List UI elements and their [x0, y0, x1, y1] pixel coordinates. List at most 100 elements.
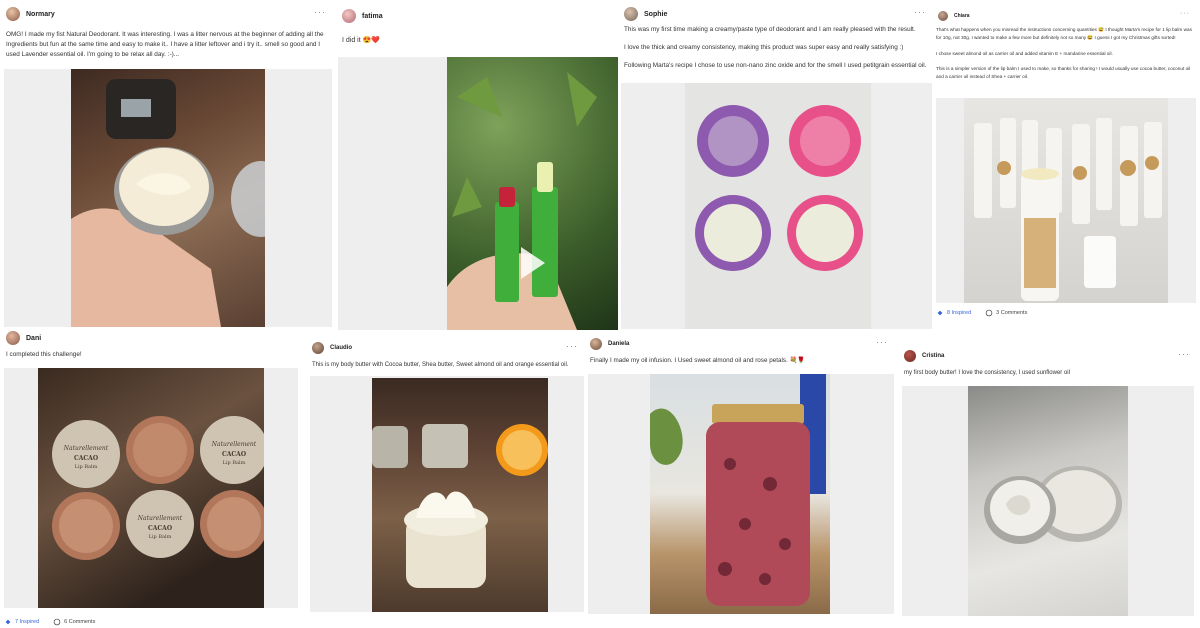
- more-options-icon[interactable]: ···: [914, 7, 926, 17]
- inspired-icon: [5, 619, 11, 625]
- avatar[interactable]: [590, 338, 602, 350]
- post-paragraph: I did it 😍❤️: [342, 37, 381, 44]
- post-header: Claudio ···: [312, 338, 582, 358]
- inspired-icon: [937, 310, 943, 316]
- comment-icon: [53, 618, 61, 626]
- post-card[interactable]: Chiara ··· That's what happens when you …: [932, 0, 1200, 330]
- post-paragraph: I completed this challenge!: [6, 351, 82, 358]
- tin-illustration: [984, 466, 1122, 544]
- post-card[interactable]: Sophie ··· This was my first time making…: [618, 0, 936, 330]
- jar-brand-text: Naturellement: [63, 445, 109, 452]
- comments-button[interactable]: 6 Comments: [53, 618, 95, 626]
- post-paragraph: This is a simpler version of the lip bal…: [936, 66, 1191, 80]
- avatar[interactable]: [342, 9, 356, 23]
- inspired-button[interactable]: 7 Inspired: [4, 618, 39, 626]
- community-feed: Normary ··· OMG! I made my fist Natural …: [0, 0, 1200, 628]
- deodorant-photo: [71, 69, 265, 327]
- post-paragraph: my first body butter! I love the consist…: [904, 370, 1070, 376]
- avatar[interactable]: [6, 331, 20, 345]
- jar-product-text: CACAO: [148, 525, 172, 532]
- post-text: I completed this challenge!: [6, 350, 298, 368]
- username[interactable]: Claudio: [330, 345, 352, 351]
- more-options-icon[interactable]: ···: [1178, 349, 1190, 359]
- post-text: Finally I made my oil infusion. I Used s…: [590, 356, 890, 374]
- post-paragraph: That's what happens when you misread the…: [936, 27, 1192, 40]
- avatar[interactable]: [312, 342, 324, 354]
- post-media[interactable]: Naturellement CACAO Lip Balm Naturelleme…: [4, 368, 298, 608]
- jar-type-text: Lip Balm: [75, 464, 98, 470]
- post-paragraph: OMG! I made my fist Natural Deodorant. I…: [6, 31, 324, 58]
- body-butter-tin-photo: [968, 386, 1128, 616]
- post-header: Dani: [6, 328, 300, 348]
- cacao-tins-illustration: Naturellement CACAO Lip Balm Naturelleme…: [52, 416, 264, 560]
- username[interactable]: Dani: [26, 335, 41, 342]
- comments-count: 6 Comments: [64, 619, 96, 625]
- post-text: That's what happens when you misread the…: [936, 26, 1192, 89]
- body-butter-photo: [372, 378, 548, 612]
- avatar[interactable]: [904, 350, 916, 362]
- comments-count: 3 Comments: [996, 310, 1028, 316]
- post-media[interactable]: [621, 83, 933, 329]
- post-card[interactable]: fatima I did it 😍❤️: [336, 0, 618, 330]
- deodorant-illustration: [71, 79, 265, 327]
- comment-icon: [985, 309, 993, 317]
- deodorant-jars-photo: [685, 83, 871, 329]
- post-media[interactable]: [936, 98, 1196, 303]
- jar-brand-text: Naturellement: [137, 515, 183, 522]
- post-media[interactable]: [310, 376, 586, 612]
- post-paragraph: This is my body butter with Cocoa butter…: [312, 362, 569, 368]
- avatar[interactable]: [938, 11, 948, 21]
- post-card[interactable]: Cristina ··· my first body butter! I lov…: [898, 344, 1200, 628]
- post-media[interactable]: [902, 386, 1194, 616]
- username[interactable]: Sophie: [644, 11, 667, 18]
- more-options-icon[interactable]: ···: [314, 7, 326, 17]
- post-paragraph: I love the thick and creamy consistency,…: [624, 44, 904, 51]
- avatar[interactable]: [6, 7, 20, 21]
- username[interactable]: fatima: [362, 13, 383, 20]
- post-card[interactable]: Daniela ··· Finally I made my oil infusi…: [584, 334, 898, 628]
- post-text: I did it 😍❤️: [342, 36, 610, 54]
- inspired-button[interactable]: 8 Inspired: [936, 309, 971, 317]
- rose-jar-illustration: [650, 374, 826, 606]
- post-paragraph: Finally I made my oil infusion. I Used s…: [590, 357, 806, 364]
- post-header: Daniela ···: [590, 334, 892, 354]
- post-card[interactable]: Dani I completed this challenge! Naturel…: [0, 328, 306, 628]
- post-header: Normary ···: [6, 4, 330, 24]
- post-header: Cristina ···: [904, 346, 1194, 366]
- more-options-icon[interactable]: ···: [566, 341, 578, 351]
- inspired-count: 8 Inspired: [947, 310, 972, 316]
- more-options-icon[interactable]: ···: [876, 337, 888, 347]
- username[interactable]: Normary: [26, 11, 55, 18]
- jar-product-text: CACAO: [74, 455, 98, 462]
- lip-balm-illustration: [447, 72, 597, 330]
- post-card[interactable]: Claudio ··· This is my body butter with …: [306, 336, 588, 628]
- cacao-lip-balm-photo: Naturellement CACAO Lip Balm Naturelleme…: [38, 368, 264, 608]
- username[interactable]: Daniela: [608, 341, 629, 347]
- post-footer: 8 Inspired 3 Comments: [936, 309, 1027, 317]
- jar-brand-text: Naturellement: [211, 441, 257, 448]
- post-paragraph: I chose sweet almond oil as carrier oil …: [936, 50, 1113, 56]
- post-text: This was my first time making a creamy/p…: [624, 25, 928, 79]
- post-header: Sophie ···: [624, 4, 930, 24]
- post-text: my first body butter! I love the consist…: [904, 368, 1192, 386]
- avatar[interactable]: [624, 7, 638, 21]
- jar-product-text: CACAO: [222, 451, 246, 458]
- username[interactable]: Chiara: [954, 13, 970, 19]
- username[interactable]: Cristina: [922, 353, 944, 359]
- post-media[interactable]: [588, 374, 894, 614]
- more-options-icon[interactable]: ···: [1180, 9, 1190, 19]
- tubes-illustration: [974, 118, 1162, 301]
- inspired-count: 7 Inspired: [15, 619, 40, 625]
- post-paragraph: Following Marta's recipe I chose to use …: [624, 62, 927, 69]
- post-footer: 7 Inspired 6 Comments: [4, 618, 95, 626]
- rose-oil-photo: [650, 374, 830, 614]
- butter-jar-illustration: [372, 424, 548, 588]
- post-card[interactable]: Normary ··· OMG! I made my fist Natural …: [0, 0, 336, 330]
- post-media[interactable]: [4, 69, 332, 327]
- jars-illustration: [695, 105, 863, 271]
- comments-button[interactable]: 3 Comments: [985, 309, 1027, 317]
- jar-type-text: Lip Balm: [223, 460, 246, 466]
- lip-balm-video[interactable]: [447, 57, 618, 330]
- post-media[interactable]: [338, 57, 618, 330]
- post-text: OMG! I made my fist Natural Deodorant. I…: [6, 30, 328, 68]
